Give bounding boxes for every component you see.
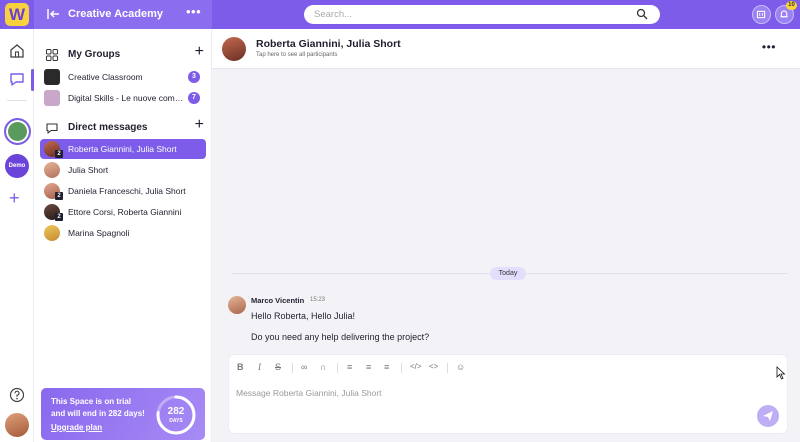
dm-label: Roberta Giannini, Julia Short	[68, 144, 177, 154]
space-avatar[interactable]	[4, 118, 31, 145]
message-author-avatar	[228, 296, 246, 314]
chat-icon[interactable]	[8, 70, 26, 88]
code-block-icon[interactable]: <>	[429, 362, 438, 374]
ordered-list-icon[interactable]: ≡	[347, 362, 352, 374]
dm-label: Daniela Franceschi, Julia Short	[68, 186, 186, 196]
add-space-button[interactable]: +	[9, 189, 20, 207]
unread-badge: 3	[188, 71, 200, 83]
group-item[interactable]: Digital Skills - Le nuove competenze 7	[40, 88, 206, 108]
groups-title: My Groups	[68, 49, 121, 60]
dm-label: Marina Spagnoli	[68, 228, 130, 238]
participant-count: 2	[55, 150, 63, 158]
group-thumbnail	[44, 69, 60, 85]
toolbar-divider	[337, 363, 338, 373]
demo-space-avatar[interactable]: Demo	[5, 154, 29, 178]
dm-title: Direct messages	[68, 122, 148, 133]
notification-badge: 10	[786, 1, 797, 10]
link-icon[interactable]: ∞	[301, 362, 307, 374]
emoji-icon[interactable]: ☺	[456, 362, 465, 374]
message-input[interactable]: Message Roberta Giannini, Julia Short	[236, 388, 382, 398]
group-item[interactable]: Creative Classroom 3	[40, 67, 206, 87]
italic-icon[interactable]: I	[258, 362, 261, 374]
rail-divider	[7, 100, 27, 101]
message-text: Do you need any help delivering the proj…	[251, 332, 430, 342]
chat-bubble-icon	[46, 123, 58, 134]
dm-label: Julia Short	[68, 165, 109, 175]
home-icon[interactable]	[8, 42, 26, 60]
sidebar: My Groups + Creative Classroom 3 Digital…	[34, 29, 212, 442]
message-author: Marco Vicentin	[251, 296, 305, 305]
day-label: Today	[490, 267, 526, 280]
app-logo[interactable]: W	[5, 3, 29, 26]
toolbar-divider	[447, 363, 448, 373]
building-icon[interactable]	[752, 5, 771, 24]
trial-banner: This Space is on trial and will end in 2…	[41, 388, 205, 440]
trial-days-label: DAYS	[169, 418, 183, 424]
message-composer[interactable]: B I S ∞ ∩ ≡ ≡ ≡ </> <> ☺ Message Roberta…	[228, 354, 788, 434]
mouse-cursor-icon	[776, 366, 786, 380]
search-bar[interactable]: Search...	[304, 5, 660, 24]
attachment-icon[interactable]: ∩	[320, 362, 326, 374]
participant-count: 2	[55, 213, 63, 221]
chat-more-button[interactable]: •••	[762, 40, 776, 54]
strikethrough-icon[interactable]: S	[275, 362, 281, 374]
nav-rail: Demo +	[0, 29, 34, 442]
unread-badge: 7	[188, 92, 200, 104]
dm-item[interactable]: 2 Daniela Franceschi, Julia Short	[40, 181, 206, 201]
send-icon	[763, 411, 773, 421]
user-avatar[interactable]	[5, 413, 29, 437]
dm-label: Ettore Corsi, Roberta Giannini	[68, 207, 182, 217]
dm-section-header: Direct messages +	[46, 117, 206, 136]
groups-section-header: My Groups +	[46, 44, 206, 63]
message-text: Hello Roberta, Hello Julia!	[251, 311, 356, 321]
add-group-button[interactable]: +	[195, 44, 204, 60]
participants-hint[interactable]: Tap here to see all participants	[256, 52, 337, 58]
add-dm-button[interactable]: +	[195, 117, 204, 133]
space-more-button[interactable]: •••	[186, 4, 201, 19]
upgrade-plan-link[interactable]: Upgrade plan	[51, 423, 102, 432]
dm-item[interactable]: Marina Spagnoli	[40, 223, 206, 243]
dm-avatar	[44, 225, 60, 241]
search-input[interactable]: Search...	[314, 9, 352, 20]
message-time: 15:23	[310, 297, 326, 303]
bold-icon[interactable]: B	[237, 362, 244, 374]
numbered-list-icon[interactable]: ≡	[384, 362, 389, 374]
trial-days-number: 282	[167, 406, 185, 417]
grid-icon	[46, 49, 58, 61]
bullet-list-icon[interactable]: ≡	[366, 362, 371, 374]
chat-avatar	[222, 37, 246, 61]
participant-count: 2	[55, 192, 63, 200]
chat-header[interactable]: Roberta Giannini, Julia Short Tap here t…	[212, 29, 800, 69]
dm-item[interactable]: 2 Ettore Corsi, Roberta Giannini	[40, 202, 206, 222]
chat-panel: Roberta Giannini, Julia Short Tap here t…	[212, 29, 800, 442]
dm-item[interactable]: 2 Roberta Giannini, Julia Short	[40, 139, 206, 159]
dm-avatar	[44, 162, 60, 178]
search-icon[interactable]	[636, 8, 648, 20]
code-icon[interactable]: </>	[410, 362, 422, 374]
trial-text: This Space is on trial and will end in 2…	[51, 397, 145, 418]
group-label: Digital Skills - Le nuove competenze	[68, 93, 186, 103]
toolbar-divider	[292, 363, 293, 373]
help-icon[interactable]	[9, 387, 25, 403]
group-thumbnail	[44, 90, 60, 106]
chat-title[interactable]: Roberta Giannini, Julia Short	[256, 38, 401, 50]
collapse-sidebar-icon[interactable]	[46, 7, 60, 21]
send-button[interactable]	[757, 405, 779, 427]
group-label: Creative Classroom	[68, 72, 143, 82]
space-title[interactable]: Creative Academy	[68, 8, 163, 20]
dm-item[interactable]: Julia Short	[40, 160, 206, 180]
toolbar-divider	[401, 363, 402, 373]
